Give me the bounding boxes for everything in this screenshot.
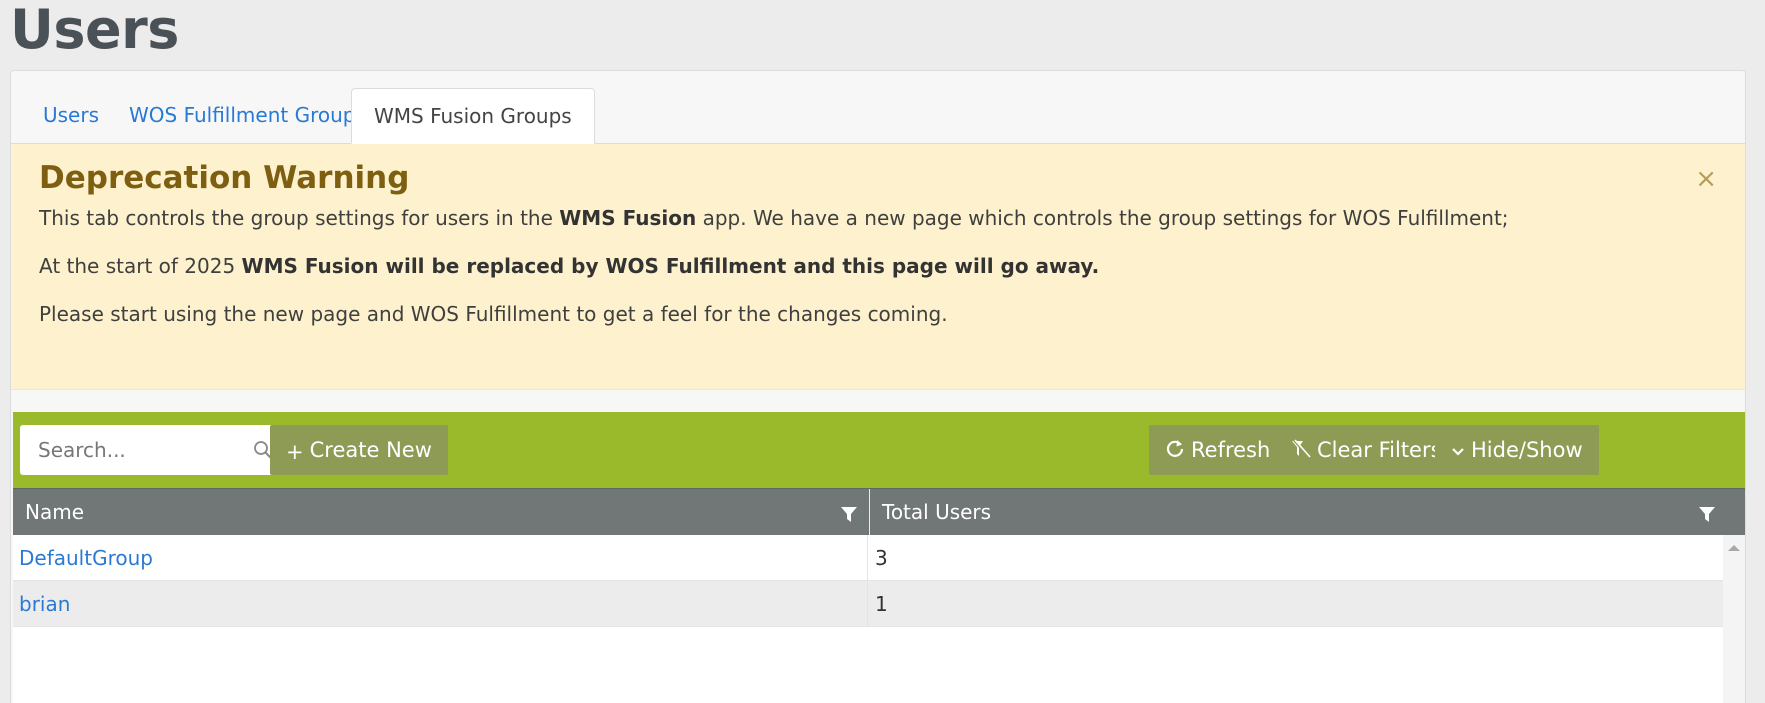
deprecation-alert: Deprecation Warning × This tab controls … xyxy=(11,144,1745,390)
create-new-button[interactable]: + Create New xyxy=(270,425,448,475)
alert-line-1-tail: app. We have a new page which controls t… xyxy=(696,206,1509,230)
vertical-scrollbar[interactable] xyxy=(1723,535,1745,703)
alert-line-1: This tab controls the group settings for… xyxy=(39,206,1509,230)
filter-icon[interactable] xyxy=(840,505,858,523)
alert-line-1-text: This tab controls the group settings for… xyxy=(39,206,560,230)
close-icon[interactable]: × xyxy=(1695,166,1717,192)
grid-toolbar: +Create New Refresh Clear Filters Hide/S… xyxy=(13,412,1745,488)
group-name-link[interactable]: DefaultGroup xyxy=(13,535,868,581)
alert-line-2-text: At the start of 2025 xyxy=(39,254,242,278)
hide-show-label: Hide/Show xyxy=(1471,438,1583,462)
filter-icon[interactable] xyxy=(1698,505,1716,523)
alert-line-2-bold: WMS Fusion will be replaced by WOS Fulfi… xyxy=(241,254,1100,278)
refresh-icon xyxy=(1166,440,1184,457)
total-users-cell: 3 xyxy=(875,546,888,570)
chevron-down-icon xyxy=(1452,448,1464,456)
users-card: Users WOS Fulfillment Groups WMS Fusion … xyxy=(10,70,1746,703)
table-row[interactable]: DefaultGroup 3 xyxy=(13,535,1723,581)
table-row[interactable]: brian 1 xyxy=(13,581,1723,627)
column-header-total-users[interactable]: Total Users xyxy=(870,489,991,536)
alert-line-2: At the start of 2025 WMS Fusion will be … xyxy=(39,254,1099,278)
group-name-link[interactable]: brian xyxy=(13,581,868,627)
tab-wos-fulfillment-groups[interactable]: WOS Fulfillment Groups xyxy=(107,88,388,144)
refresh-button[interactable]: Refresh xyxy=(1149,425,1287,475)
alert-title: Deprecation Warning xyxy=(39,160,410,196)
hide-show-button[interactable]: Hide/Show xyxy=(1435,425,1599,475)
clear-filters-label: Clear Filters xyxy=(1317,438,1442,462)
column-header-name[interactable]: Name xyxy=(13,489,84,536)
create-new-label: Create New xyxy=(309,438,432,462)
search-input[interactable] xyxy=(20,425,250,475)
grid-body: DefaultGroup 3 brian 1 xyxy=(13,535,1723,703)
page-title: Users xyxy=(10,0,179,61)
tab-wms-fusion-groups[interactable]: WMS Fusion Groups xyxy=(351,88,595,144)
search-box xyxy=(20,425,288,475)
grid-header: Name Total Users xyxy=(13,488,1745,536)
alert-line-3: Please start using the new page and WOS … xyxy=(39,302,948,326)
refresh-label: Refresh xyxy=(1191,438,1271,462)
clear-filter-icon xyxy=(1292,439,1311,458)
scroll-up-arrow-icon[interactable] xyxy=(1728,545,1740,551)
clear-filters-button[interactable]: Clear Filters xyxy=(1275,425,1458,475)
total-users-cell: 1 xyxy=(875,592,888,616)
alert-line-1-bold: WMS Fusion xyxy=(559,206,697,230)
tab-bar: Users WOS Fulfillment Groups WMS Fusion … xyxy=(11,71,1745,144)
tab-users[interactable]: Users xyxy=(21,88,121,144)
plus-icon: + xyxy=(286,440,304,464)
